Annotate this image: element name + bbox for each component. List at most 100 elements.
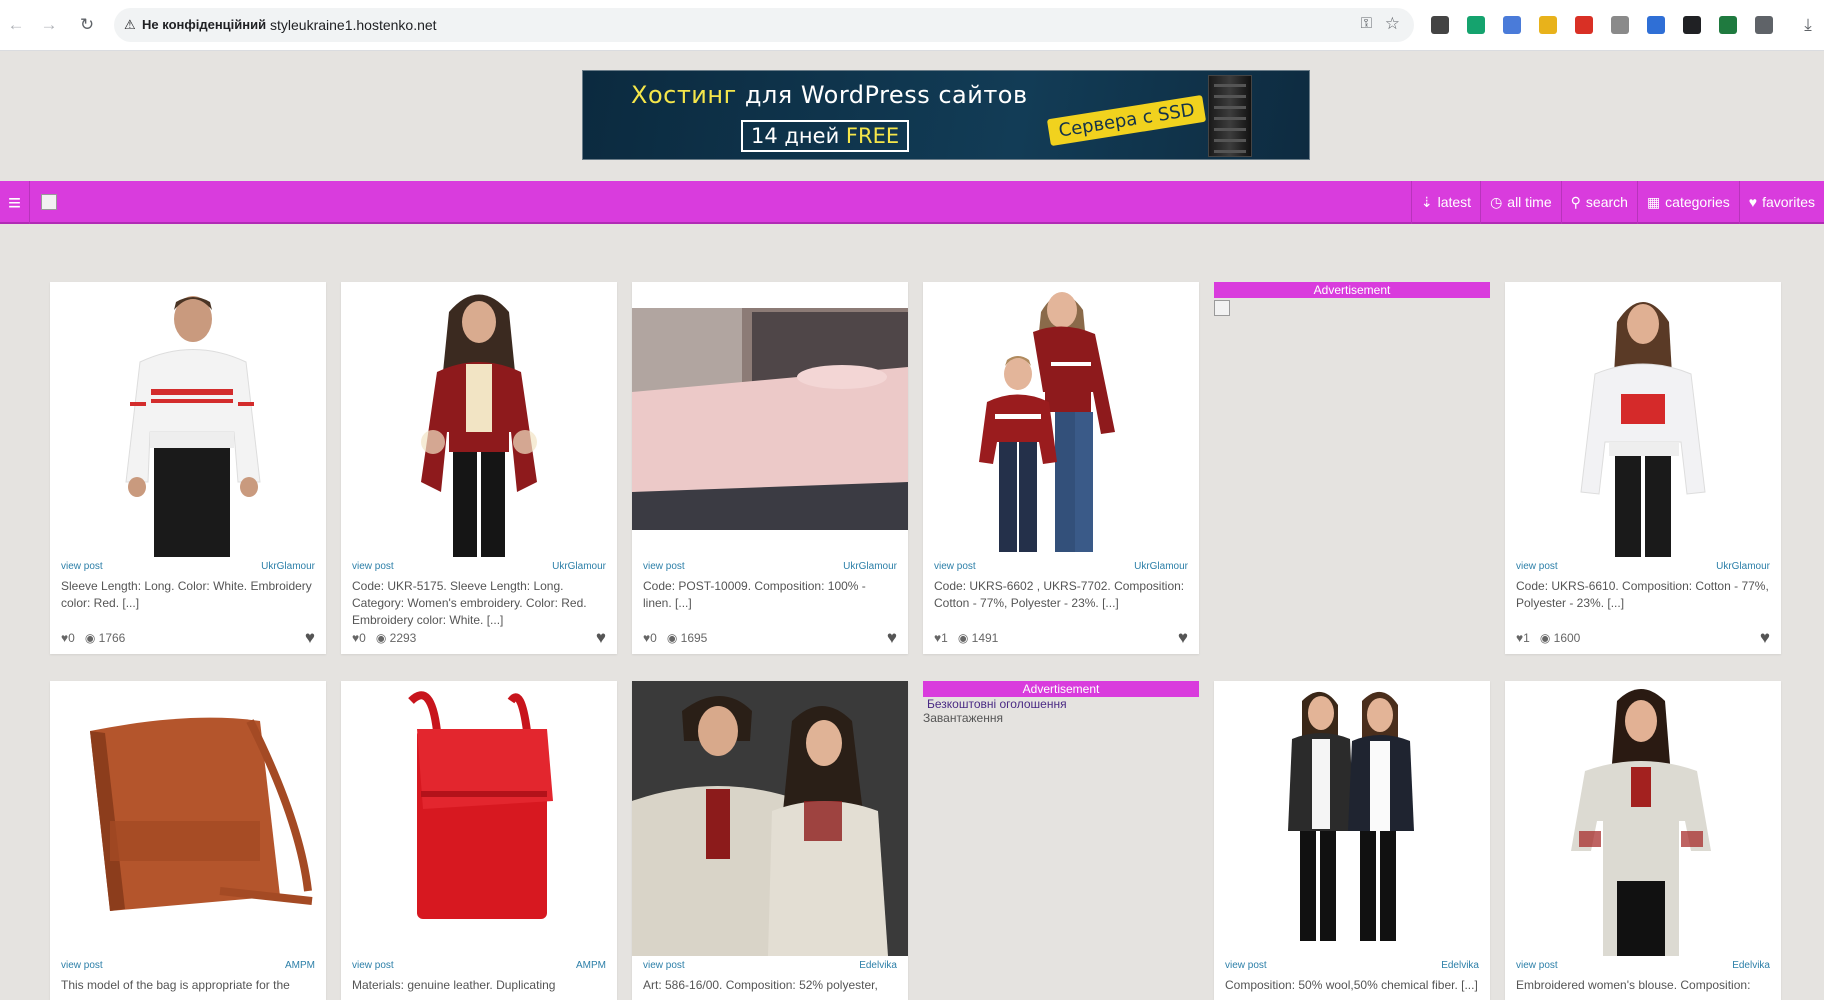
product-image[interactable] <box>923 282 1199 557</box>
grammarly-icon[interactable] <box>1467 16 1485 34</box>
product-image[interactable] <box>1505 681 1781 956</box>
product-card[interactable]: view post UkrGlamour Code: POST-10009. Co… <box>632 282 908 654</box>
heart-icon: ♥ <box>1748 194 1758 210</box>
key-icon[interactable]: ⚿ <box>1361 15 1372 32</box>
nav-item-latest[interactable]: ⇣ latest <box>1410 181 1480 224</box>
site-navbar: ≡ ⇣ latest ◷ all time ⚲ search ▦ categories ♥ fav… <box>0 181 1824 224</box>
advertisement-label: Advertisement <box>923 681 1199 697</box>
image-ext-icon[interactable] <box>1611 16 1629 34</box>
broken-ad-image[interactable] <box>1214 300 1230 316</box>
url-text[interactable]: styleukraine1.hostenko.net <box>270 17 437 33</box>
download-icon[interactable]: ⤓ <box>1796 13 1820 37</box>
product-image[interactable] <box>1214 681 1490 956</box>
reload-icon[interactable]: ↻ <box>75 13 99 37</box>
nav-item-favorites[interactable]: ♥ favorites <box>1738 181 1824 224</box>
shop-link[interactable]: UkrGlamour <box>843 561 897 572</box>
back-arrow-icon[interactable]: ← <box>4 13 28 37</box>
favorite-heart-icon[interactable]: ♥ <box>1178 628 1188 648</box>
product-card[interactable]: view post Edelvika Embroidered women's bl… <box>1505 681 1781 1000</box>
card-description: Code: UKRS-6602 , UKRS-7702. Composition… <box>934 579 1185 610</box>
pen-icon[interactable] <box>1431 16 1449 34</box>
clock-icon: ◷ <box>1490 194 1503 210</box>
shop-link[interactable]: UkrGlamour <box>1134 561 1188 572</box>
view-post-link[interactable]: view post <box>1516 960 1558 971</box>
shop-link[interactable]: AMPM <box>285 960 315 971</box>
record-icon[interactable] <box>1575 16 1593 34</box>
view-post-link[interactable]: view post <box>352 960 394 971</box>
product-card[interactable]: view post UkrGlamour Sleeve Length: Long.… <box>50 282 326 654</box>
banner-badge: Сервера с SSD <box>1046 94 1207 147</box>
view-post-link[interactable]: view post <box>934 561 976 572</box>
nav-menu: ⇣ latest ◷ all time ⚲ search ▦ categories ♥ favor… <box>1410 181 1824 224</box>
product-card[interactable]: view post UkrGlamour Code: UKR-5175. Slee… <box>341 282 617 654</box>
address-bar[interactable]: ⚠ Не конфіденційний styleukraine1.hosten… <box>114 8 1414 42</box>
product-card[interactable]: view post AMPM Materials: genuine leather… <box>341 681 617 1000</box>
product-card[interactable]: view post UkrGlamour Code: UKRS-6602 , UK… <box>923 282 1199 654</box>
shop-link[interactable]: UkrGlamour <box>1716 561 1770 572</box>
warning-icon[interactable]: ⚠ <box>124 17 136 33</box>
view-post-link[interactable]: view post <box>352 561 394 572</box>
favorite-heart-icon[interactable]: ♥ <box>1760 628 1770 648</box>
card-stats: ♥0 ◉ 2293 <box>352 631 417 645</box>
card-description: Embroidered women's blouse. Composition: <box>1516 978 1751 992</box>
card-meta: view post UkrGlamour <box>1516 561 1770 572</box>
card-meta: view post Edelvika <box>643 960 897 971</box>
card-stats: ♥1 ◉ 1491 <box>934 631 999 645</box>
circle-ext-icon[interactable] <box>1647 16 1665 34</box>
forward-arrow-icon[interactable]: → <box>37 13 61 37</box>
shop-link[interactable]: Edelvika <box>1441 960 1479 971</box>
product-card[interactable]: view post AMPM This model of the bag is a… <box>50 681 326 1000</box>
advertisement-slot: Advertisement Безкоштовні оголошення Зав… <box>923 681 1199 725</box>
translate-icon[interactable] <box>1503 16 1521 34</box>
card-meta: view post UkrGlamour <box>352 561 606 572</box>
card-stats: ♥0 ◉ 1695 <box>643 631 708 645</box>
banner-offer: 14 дней FREE <box>741 120 910 152</box>
product-image[interactable] <box>341 681 617 956</box>
favorite-heart-icon[interactable]: ♥ <box>887 628 897 648</box>
view-post-link[interactable]: view post <box>643 561 685 572</box>
security-chip[interactable]: Не конфіденційний <box>142 17 266 32</box>
product-image[interactable] <box>632 681 908 956</box>
product-image[interactable] <box>50 681 326 956</box>
product-image[interactable] <box>341 282 617 557</box>
hamburger-menu-icon[interactable]: ≡ <box>0 181 30 224</box>
camera-ext-icon[interactable] <box>1683 16 1701 34</box>
bookmark-ext-icon[interactable] <box>1539 16 1557 34</box>
card-description: This model of the bag is appropriate for… <box>61 978 290 992</box>
nav-item-all-time[interactable]: ◷ all time <box>1480 181 1561 224</box>
view-post-link[interactable]: view post <box>643 960 685 971</box>
view-post-link[interactable]: view post <box>1225 960 1267 971</box>
favorite-heart-icon[interactable]: ♥ <box>305 628 315 648</box>
shop-link[interactable]: Edelvika <box>859 960 897 971</box>
favorite-heart-icon[interactable]: ♥ <box>596 628 606 648</box>
puzzle-icon[interactable] <box>1755 16 1773 34</box>
view-post-link[interactable]: view post <box>1516 561 1558 572</box>
free-ads-link[interactable]: Безкоштовні оголошення <box>923 697 1199 711</box>
product-image[interactable] <box>50 282 326 557</box>
broken-logo-image[interactable] <box>41 194 57 210</box>
product-card[interactable]: view post Edelvika Composition: 50% wool,… <box>1214 681 1490 1000</box>
nav-item-categories[interactable]: ▦ categories <box>1636 181 1739 224</box>
search-icon: ⚲ <box>1570 194 1581 210</box>
product-card[interactable]: view post Edelvika Art: 586-16/00. Compos… <box>632 681 908 1000</box>
product-card[interactable]: view post UkrGlamour Code: UKRS-6610. Com… <box>1505 282 1781 654</box>
nav-item-search[interactable]: ⚲ search <box>1560 181 1637 224</box>
server-rack-image <box>1208 75 1252 157</box>
card-description: Code: POST-10009. Composition: 100% - li… <box>643 579 866 610</box>
card-description: Code: UKR-5175. Sleeve Length: Long. Cat… <box>352 579 587 627</box>
card-description: Art: 586-16/00. Composition: 52% polyest… <box>643 978 878 992</box>
bookmark-star-icon[interactable]: ☆ <box>1385 14 1400 34</box>
nav-item-label: all time <box>1507 194 1552 210</box>
card-meta: view post UkrGlamour <box>61 561 315 572</box>
hosting-ad-banner[interactable]: Хостинг для WordPress сайтов 14 дней FRE… <box>582 70 1310 160</box>
product-image[interactable] <box>632 282 908 557</box>
card-meta: view post AMPM <box>61 960 315 971</box>
view-post-link[interactable]: view post <box>61 561 103 572</box>
excel-ext-icon[interactable] <box>1719 16 1737 34</box>
view-post-link[interactable]: view post <box>61 960 103 971</box>
shop-link[interactable]: UkrGlamour <box>552 561 606 572</box>
shop-link[interactable]: Edelvika <box>1732 960 1770 971</box>
shop-link[interactable]: UkrGlamour <box>261 561 315 572</box>
product-image[interactable] <box>1505 282 1781 557</box>
shop-link[interactable]: AMPM <box>576 960 606 971</box>
